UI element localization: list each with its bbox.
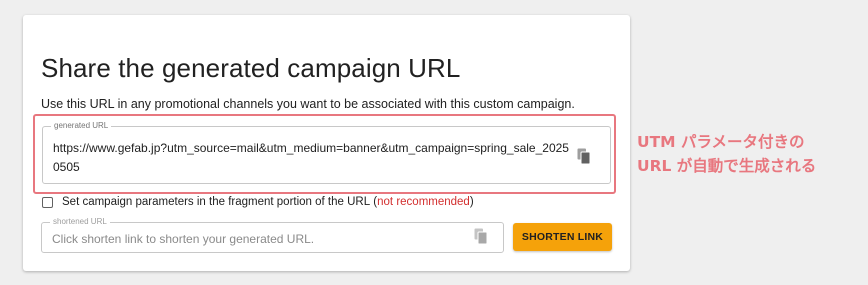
generated-url-value[interactable]: https://www.gefab.jp?utm_source=mail&utm… (53, 139, 573, 177)
generated-url-label: generated URL (51, 121, 112, 131)
campaign-url-card: Share the generated campaign URL Use thi… (23, 15, 630, 271)
shorten-link-button[interactable]: SHORTEN LINK (513, 223, 612, 251)
annotation-note: UTM パラメータ付きの URL が自動で生成される (637, 130, 816, 178)
fragment-open-paren: ( (370, 196, 378, 208)
shortened-url-label: shortened URL (50, 217, 110, 227)
annotation-line-2: URL が自動で生成される (637, 157, 817, 175)
copy-icon[interactable] (577, 148, 591, 165)
copy-icon[interactable] (474, 228, 488, 245)
page: Share the generated campaign URL Use thi… (0, 0, 868, 285)
page-title: Share the generated campaign URL (41, 53, 461, 83)
fragment-checkbox[interactable] (42, 196, 53, 208)
fragment-close-paren: ) (469, 196, 474, 208)
shortened-url-field[interactable]: shortened URL (41, 217, 504, 253)
shortened-url-input[interactable] (52, 231, 462, 247)
annotation-line-1: UTM パラメータ付きの (637, 133, 805, 151)
fragment-option[interactable]: Set campaign parameters in the fragment … (42, 195, 474, 209)
fragment-label: Set campaign parameters in the fragment … (62, 196, 371, 208)
generated-url-field[interactable]: generated URL https://www.gefab.jp?utm_s… (42, 121, 611, 184)
not-recommended-text: not recommended (377, 196, 470, 208)
card-description: Use this URL in any promotional channels… (41, 97, 575, 111)
